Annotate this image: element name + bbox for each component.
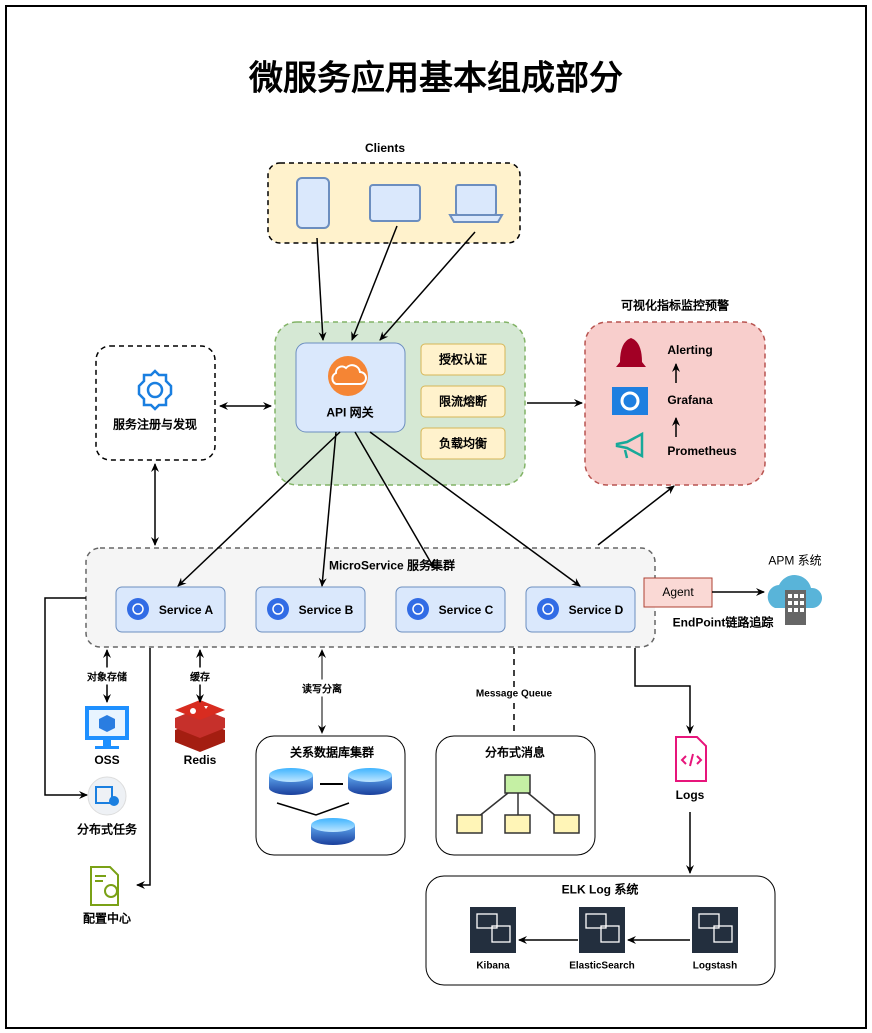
alerting-label: Alerting: [667, 343, 713, 357]
outer-frame: [5, 5, 867, 1029]
service-a: Service A: [158, 603, 214, 617]
tasks-label: 分布式任务: [76, 822, 138, 837]
cache-edge-label: 缓存: [188, 667, 212, 685]
oss-icon: [85, 706, 129, 749]
logstash-label: Logstash: [692, 960, 738, 972]
cloud-icon: [328, 356, 368, 396]
cluster-label: MicroService 服务集群: [328, 558, 456, 573]
elk-label: ELK Log 系统: [561, 882, 639, 897]
log-file-icon: [675, 736, 707, 782]
oss-label: OSS: [94, 753, 120, 767]
tablet-icon: [369, 184, 421, 222]
registry-label: 服务注册与发现: [112, 417, 198, 432]
tracing-label: EndPoint链路追踪: [672, 615, 774, 630]
config-label: 配置中心: [82, 911, 132, 926]
scheduled-task-icon: [87, 776, 127, 816]
registry-box: [95, 345, 216, 461]
apm-label: APM 系统: [768, 553, 822, 568]
diagram-canvas: 微服务应用基本组成部分 Clients API 网关 授权认证 限流熔断 负载均…: [0, 0, 872, 1033]
diagram-graphics: [5, 5, 867, 1029]
page-title: 微服务应用基本组成部分: [249, 58, 623, 99]
db-edge-label: 读写分离: [300, 679, 344, 697]
oss-edge-label: 对象存储: [85, 667, 129, 685]
feature-rate-limit: 限流熔断: [438, 394, 488, 409]
phone-icon: [296, 177, 330, 229]
feature-load-balance: 负载均衡: [438, 436, 488, 451]
grafana-icon: [612, 387, 648, 415]
logs-label: Logs: [675, 788, 705, 802]
grafana-label: Grafana: [667, 393, 713, 407]
mq-label: 分布式消息: [484, 745, 546, 760]
mq-edge-label: Message Queue: [473, 687, 555, 701]
clients-label: Clients: [364, 141, 406, 155]
config-file-icon: [90, 866, 119, 906]
kibana-label: Kibana: [476, 960, 510, 972]
agent-label: Agent: [662, 585, 694, 599]
elasticsearch-label: ElasticSearch: [569, 960, 635, 972]
api-gateway-label: API 网关: [326, 405, 374, 420]
monitoring-label: 可视化指标监控预警: [620, 298, 730, 313]
redis-icon: [175, 700, 225, 752]
service-b: Service B: [298, 603, 354, 617]
redis-label: Redis: [183, 753, 217, 767]
prometheus-label: Prometheus: [667, 444, 737, 458]
db-label: 关系数据库集群: [289, 745, 375, 760]
feature-auth: 授权认证: [438, 352, 488, 367]
service-c: Service C: [438, 603, 494, 617]
laptop-icon: [455, 184, 497, 216]
service-d: Service D: [568, 603, 624, 617]
